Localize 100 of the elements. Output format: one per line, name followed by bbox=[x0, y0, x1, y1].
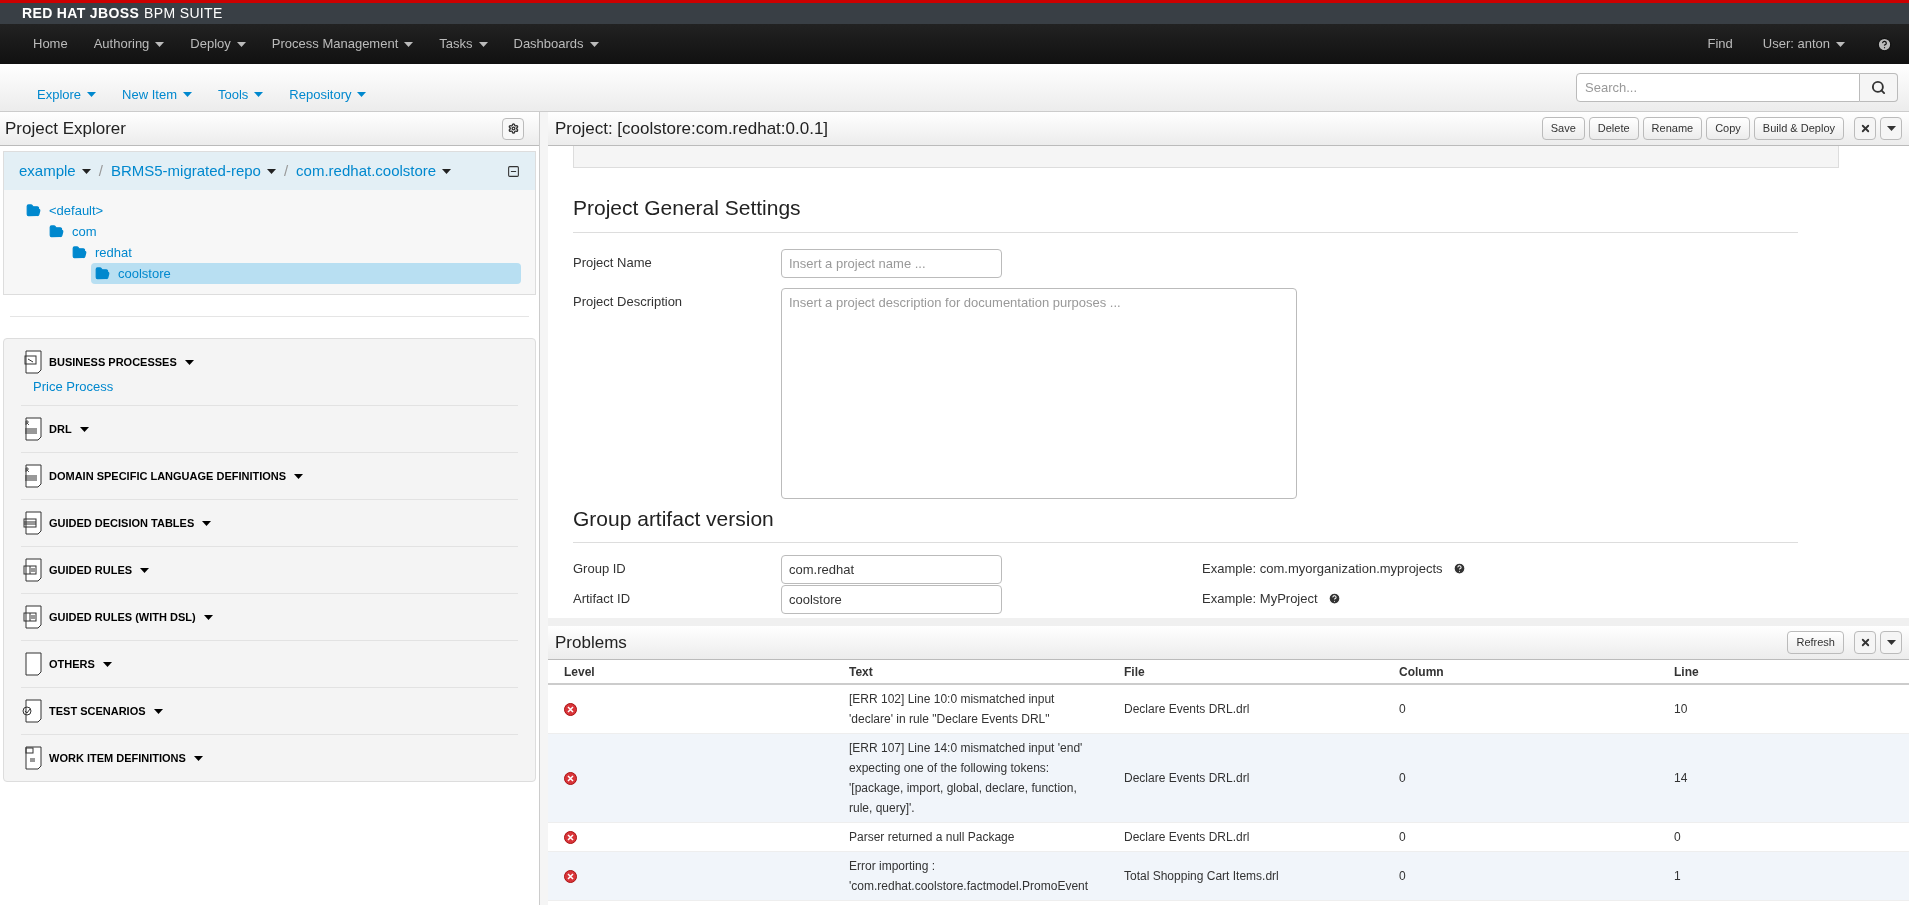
error-icon bbox=[564, 830, 577, 844]
help-icon[interactable] bbox=[1877, 36, 1892, 52]
table-cell-text: Parser returned a null Package bbox=[849, 829, 1016, 846]
column-header[interactable]: Line bbox=[1658, 660, 1909, 684]
search-field[interactable]: Search... bbox=[1576, 73, 1860, 102]
caret-icon bbox=[193, 755, 203, 761]
table-cell: 0 bbox=[1399, 830, 1406, 844]
document-icon bbox=[21, 558, 43, 582]
search-button[interactable] bbox=[1860, 73, 1898, 102]
category-header[interactable]: OTHERS bbox=[49, 655, 112, 673]
caret-icon bbox=[357, 92, 367, 97]
table-cell: 0 bbox=[1399, 702, 1406, 716]
error-icon bbox=[564, 702, 577, 716]
tree-item[interactable]: <default> bbox=[22, 200, 104, 221]
input-field[interactable]: Insert a project name ... bbox=[781, 248, 1002, 278]
nav-link[interactable]: User: anton bbox=[1747, 34, 1860, 54]
action-button[interactable]: Rename bbox=[1642, 117, 1703, 140]
nav-link[interactable]: Home bbox=[20, 34, 81, 54]
caret-icon bbox=[79, 426, 89, 432]
caret-icon bbox=[183, 92, 192, 97]
caret-icon bbox=[589, 41, 599, 47]
table-cell: 0 bbox=[1674, 830, 1681, 844]
caret-icon bbox=[153, 708, 163, 714]
column-header[interactable]: Text bbox=[833, 660, 1108, 684]
table-cell: Declare Events DRL.drl bbox=[1124, 830, 1250, 844]
settings-icon bbox=[507, 123, 519, 134]
category-header[interactable]: TEST SCENARIOS bbox=[49, 702, 163, 720]
panel-title: Project Explorer bbox=[5, 117, 126, 140]
close-icon bbox=[1859, 123, 1871, 134]
input-field[interactable]: coolstore bbox=[781, 585, 1002, 614]
table-cell-text: [ERR 102] Line 10:0 mismatched input 'declare' in rule "Declare Events DRL" bbox=[849, 691, 1056, 728]
folder-icon bbox=[26, 203, 41, 218]
action-button[interactable]: Copy bbox=[1706, 117, 1750, 140]
brand-product: BPM SUITE bbox=[144, 4, 223, 23]
caret-icon bbox=[1886, 126, 1896, 131]
error-icon bbox=[564, 869, 577, 883]
close-button[interactable] bbox=[1854, 631, 1876, 654]
action-button[interactable]: Build & Deploy bbox=[1753, 117, 1844, 140]
tree-item[interactable]: com bbox=[45, 221, 97, 242]
brand-name: RED HAT JBOSS bbox=[22, 4, 140, 23]
category-header[interactable]: BUSINESS PROCESSES bbox=[49, 353, 194, 371]
search-icon bbox=[1871, 80, 1886, 95]
asset-link[interactable]: Price Process bbox=[21, 377, 518, 397]
field-hint: Example: MyProject bbox=[1202, 590, 1318, 608]
tree-item[interactable]: redhat bbox=[68, 242, 132, 263]
nav-link[interactable]: Process Management bbox=[258, 34, 427, 54]
category-header[interactable]: DOMAIN SPECIFIC LANGUAGE DEFINITIONS bbox=[49, 467, 304, 485]
table-cell: Total Shopping Cart Items.drl bbox=[1124, 869, 1279, 883]
panel-title: Project: [coolstore:com.redhat:0.0.1] bbox=[555, 117, 829, 140]
field-label: Project Description bbox=[573, 292, 684, 311]
nav-link[interactable]: Authoring bbox=[80, 34, 178, 54]
refresh-button[interactable]: Refresh bbox=[1787, 631, 1844, 654]
close-icon bbox=[1859, 637, 1871, 648]
collapse-icon[interactable] bbox=[507, 164, 520, 178]
table-cell: 10 bbox=[1674, 702, 1688, 716]
action-button[interactable]: Delete bbox=[1588, 117, 1639, 140]
close-button[interactable] bbox=[1854, 117, 1876, 140]
column-header[interactable]: Level bbox=[548, 660, 833, 684]
nav-link[interactable]: Dashboards bbox=[500, 34, 612, 54]
action-button[interactable]: Save bbox=[1541, 117, 1585, 140]
caret-icon bbox=[1886, 640, 1896, 645]
table-cell: 14 bbox=[1674, 771, 1688, 785]
document-icon bbox=[21, 350, 43, 374]
table-cell: Declare Events DRL.drl bbox=[1124, 702, 1250, 716]
folder-icon bbox=[95, 266, 110, 281]
section-heading: Project General Settings bbox=[573, 192, 1798, 233]
input-field[interactable]: com.redhat bbox=[781, 555, 1002, 584]
caret-icon bbox=[140, 567, 150, 573]
description-field[interactable]: Insert a project description for documentation purposes ... bbox=[781, 287, 1297, 499]
caret-icon bbox=[236, 41, 246, 47]
caret-icon bbox=[294, 473, 304, 479]
category-header[interactable]: DRL bbox=[49, 420, 89, 438]
nav-link[interactable]: Find bbox=[1692, 34, 1748, 54]
nav-link[interactable]: Tasks bbox=[426, 34, 501, 54]
table-cell: Declare Events DRL.drl bbox=[1124, 771, 1250, 785]
settings-button[interactable] bbox=[502, 117, 524, 140]
table-cell-text: Error importing : 'com.redhat.coolstore.factmodel.PromoEvent bbox=[849, 858, 1090, 895]
caret-icon bbox=[478, 41, 488, 47]
category-header[interactable]: GUIDED DECISION TABLES bbox=[49, 514, 212, 532]
column-header[interactable]: Column bbox=[1383, 660, 1658, 684]
column-header[interactable]: File bbox=[1108, 660, 1383, 684]
menu-link[interactable]: Explore bbox=[24, 84, 110, 105]
menu-link[interactable]: New Item bbox=[109, 84, 205, 105]
category-header[interactable]: WORK ITEM DEFINITIONS bbox=[49, 749, 203, 767]
menu-button[interactable] bbox=[1880, 631, 1902, 654]
document-icon bbox=[21, 511, 43, 535]
caret-icon bbox=[87, 92, 97, 97]
breadcrumb-separator: / bbox=[98, 160, 103, 181]
nav-link[interactable]: Deploy bbox=[177, 34, 259, 54]
section-heading: Group artifact version bbox=[573, 502, 1798, 543]
caret-icon bbox=[155, 41, 165, 47]
menu-link[interactable]: Repository bbox=[276, 84, 380, 105]
field-label: Project Name bbox=[573, 253, 653, 272]
table-cell: 1 bbox=[1674, 869, 1681, 883]
menu-button[interactable] bbox=[1880, 117, 1902, 140]
category-header[interactable]: GUIDED RULES (WITH DSL) bbox=[49, 608, 213, 626]
error-icon bbox=[564, 771, 577, 785]
caret-icon bbox=[203, 614, 213, 620]
table-cell: 0 bbox=[1399, 771, 1406, 785]
category-header[interactable]: GUIDED RULES bbox=[49, 561, 150, 579]
